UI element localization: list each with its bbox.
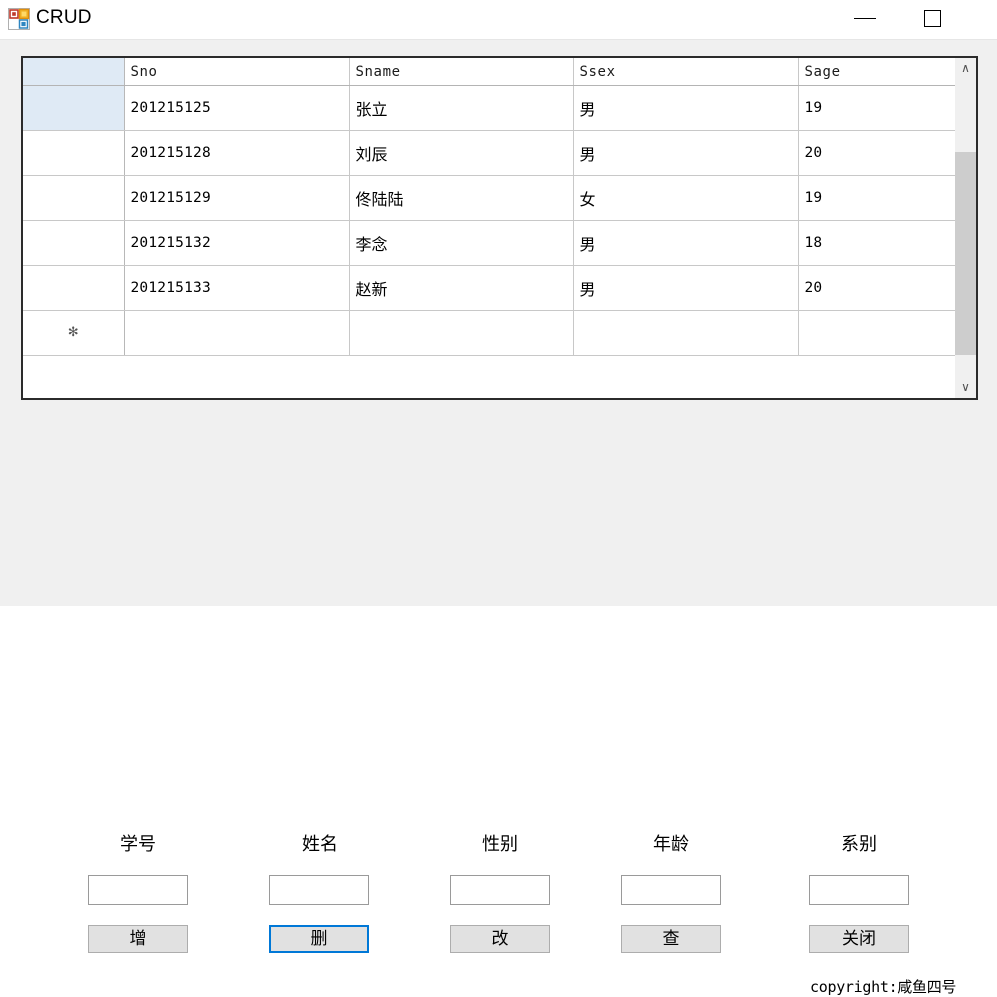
cell-sno[interactable]: 201215129 xyxy=(124,175,350,221)
column-header-sname[interactable]: Sname xyxy=(349,58,574,86)
label-sname: 姓名 xyxy=(302,834,338,854)
query-button[interactable]: 查 xyxy=(621,925,721,953)
vertical-scroll-track[interactable] xyxy=(955,79,976,377)
row-header[interactable] xyxy=(23,265,125,311)
app-icon xyxy=(8,8,30,30)
table-row[interactable]: 201215132 李念 男 18 xyxy=(23,220,959,266)
form-area: 学号 姓名 性别 年龄 系别 增 删 改 查 关闭 copyright:咸鱼四号 xyxy=(0,404,997,996)
column-header-ssex[interactable]: Ssex xyxy=(573,58,799,86)
window-title: CRUD xyxy=(36,7,92,28)
table-row-new[interactable]: ✻ xyxy=(23,310,959,356)
cell-sage[interactable]: 20 xyxy=(798,130,959,176)
input-sdept[interactable] xyxy=(809,875,909,905)
cell-sno[interactable]: 201215132 xyxy=(124,220,350,266)
input-sname[interactable] xyxy=(269,875,369,905)
cell-ssex[interactable]: 男 xyxy=(573,85,799,131)
maximize-icon xyxy=(924,10,941,27)
cell-sno[interactable]: 201215125 xyxy=(124,85,350,131)
cell-sage[interactable]: 19 xyxy=(798,85,959,131)
cell-ssex[interactable]: 男 xyxy=(573,130,799,176)
close-button[interactable]: 关闭 xyxy=(809,925,909,953)
cell-sname[interactable]: 佟陆陆 xyxy=(349,175,574,221)
cell-ssex[interactable]: 女 xyxy=(573,175,799,221)
table-row[interactable]: 201215129 佟陆陆 女 19 xyxy=(23,175,959,221)
row-header[interactable] xyxy=(23,175,125,221)
minimize-icon xyxy=(854,18,876,19)
maximize-button[interactable] xyxy=(910,0,956,38)
cell-sage[interactable]: 20 xyxy=(798,265,959,311)
cell-ssex[interactable]: 男 xyxy=(573,220,799,266)
input-sage[interactable] xyxy=(621,875,721,905)
column-header-sno[interactable]: Sno xyxy=(124,58,350,86)
cell-sname[interactable]: 刘辰 xyxy=(349,130,574,176)
vertical-scroll-thumb[interactable] xyxy=(955,152,976,355)
cell-sno[interactable] xyxy=(124,310,350,356)
cell-sname[interactable]: 张立 xyxy=(349,85,574,131)
title-bar: CRUD xyxy=(0,0,997,40)
table-header-row: Sno Sname Ssex Sage xyxy=(23,58,959,86)
column-header-sage[interactable]: Sage xyxy=(798,58,959,86)
cell-sage[interactable]: 18 xyxy=(798,220,959,266)
cell-sno[interactable]: 201215133 xyxy=(124,265,350,311)
scroll-up-icon[interactable]: ∧ xyxy=(955,58,976,79)
input-ssex[interactable] xyxy=(450,875,550,905)
cell-ssex[interactable] xyxy=(573,310,799,356)
cell-sage[interactable]: 19 xyxy=(798,175,959,221)
table-row[interactable]: 201215128 刘辰 男 20 xyxy=(23,130,959,176)
grid-vertical-scrollbar[interactable]: ∧ ∨ xyxy=(955,58,976,398)
scrollbar-corner xyxy=(955,398,976,400)
cell-sname[interactable]: 李念 xyxy=(349,220,574,266)
grid-scroll-area: Sno Sname Ssex Sage 201215125 张立 男 19 20… xyxy=(23,58,959,398)
row-header[interactable] xyxy=(23,85,125,131)
input-sno[interactable] xyxy=(88,875,188,905)
table-row[interactable]: 201215125 张立 男 19 xyxy=(23,85,959,131)
crud-application-window: CRUD Sno Sname Ssex Sage 201215125 张立 男 … xyxy=(0,0,997,996)
scroll-down-icon[interactable]: ∨ xyxy=(955,377,976,398)
student-table: Sno Sname Ssex Sage 201215125 张立 男 19 20… xyxy=(23,58,959,356)
label-ssex: 性别 xyxy=(482,834,518,854)
student-data-grid[interactable]: Sno Sname Ssex Sage 201215125 张立 男 19 20… xyxy=(21,56,978,400)
row-header[interactable] xyxy=(23,130,125,176)
cell-sage[interactable] xyxy=(798,310,959,356)
update-button[interactable]: 改 xyxy=(450,925,550,953)
minimize-button[interactable] xyxy=(842,0,888,38)
copyright-text: copyright:咸鱼四号 xyxy=(810,978,957,996)
cell-sname[interactable]: 赵新 xyxy=(349,265,574,311)
delete-button[interactable]: 删 xyxy=(269,925,369,953)
table-row[interactable]: 201215133 赵新 男 20 xyxy=(23,265,959,311)
cell-sno[interactable]: 201215128 xyxy=(124,130,350,176)
cell-ssex[interactable]: 男 xyxy=(573,265,799,311)
cell-sname[interactable] xyxy=(349,310,574,356)
label-sno: 学号 xyxy=(120,834,156,854)
label-sdept: 系别 xyxy=(841,834,877,854)
new-row-asterisk-icon: ✻ xyxy=(67,325,79,340)
column-header-select-all[interactable] xyxy=(23,58,125,86)
label-sage: 年龄 xyxy=(653,834,689,854)
row-header[interactable] xyxy=(23,220,125,266)
new-row-header[interactable]: ✻ xyxy=(23,310,125,356)
add-button[interactable]: 增 xyxy=(88,925,188,953)
